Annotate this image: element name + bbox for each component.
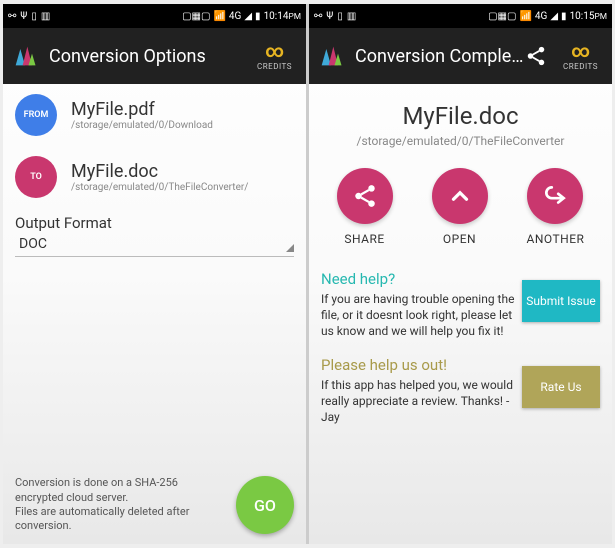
app-header: Conversion Options ∞ CREDITS [3,28,306,84]
rate-body: If this app has helped you, we would rea… [321,377,516,426]
share-icon [352,183,378,209]
share-button[interactable]: SHARE [337,168,393,246]
another-button[interactable]: ANOTHER [527,168,585,246]
signal-icon: 📶 [519,11,531,22]
from-badge: FROM [15,94,57,136]
actions-row: SHARE OPEN ANOTHER [317,168,604,246]
help-heading: Need help? [321,270,516,288]
header-title: Conversion Options [49,46,251,67]
app-header: Conversion Comple... ∞ CREDITS [309,28,612,84]
sim-icon: ▯ [337,11,343,22]
source-path: /storage/emulated/0/Download [71,120,213,131]
dest-path: /storage/emulated/0/TheFileConverter/ [71,182,248,193]
rate-heading: Please help us out! [321,356,516,374]
usb-icon: Ψ [20,11,27,22]
bars-icon: ▥ [347,11,356,22]
dest-file-row[interactable]: TO MyFile.doc /storage/emulated/0/TheFil… [3,146,306,208]
vibrate-icon: ▢▦▢ [488,11,516,22]
voicemail-icon: ⚯ [314,11,322,22]
clock-time: 10:14PM [264,11,301,22]
screen-conversion-options: ⚯ Ψ ▯ ▥ ▢▦▢ 📶 4G ◢ ▮ 10:14PM Conversion … [3,4,306,544]
clock-time: 10:15PM [570,11,607,22]
signal-icon: ◢ [550,11,558,22]
result-filename: MyFile.doc [309,102,612,130]
battery-icon: ▮ [255,11,261,22]
rate-us-button[interactable]: Rate Us [522,366,600,408]
footer: Conversion is done on a SHA-256 encrypte… [3,476,306,534]
share-label: SHARE [344,232,384,246]
bars-icon: ▥ [41,11,50,22]
usb-icon: Ψ [326,11,333,22]
go-button[interactable]: GO [236,476,294,534]
source-file-row[interactable]: FROM MyFile.pdf /storage/emulated/0/Down… [3,84,306,146]
dropdown-triangle-icon [286,244,294,252]
to-badge: TO [15,156,57,198]
another-label: ANOTHER [527,232,585,246]
credits-label: CREDITS [257,62,292,71]
result-path: /storage/emulated/0/TheFileConverter [309,134,612,148]
output-format-select[interactable]: DOC [15,234,294,257]
sim-icon: ▯ [31,11,37,22]
header-title: Conversion Comple... [355,46,525,67]
footer-notice: Conversion is done on a SHA-256 encrypte… [15,476,236,533]
vibrate-icon: ▢▦▢ [182,11,210,22]
battery-icon: ▮ [561,11,567,22]
open-button[interactable]: OPEN [432,168,488,246]
status-bar: ⚯ Ψ ▯ ▥ ▢▦▢ 📶 4G ◢ ▮ 10:14PM [3,4,306,28]
share-icon[interactable] [525,45,547,67]
credits-button[interactable]: ∞ CREDITS [557,37,604,75]
network-icon: 4G [229,11,241,22]
infinity-icon: ∞ [265,41,284,62]
status-bar: ⚯ Ψ ▯ ▥ ▢▦▢ 📶 4G ◢ ▮ 10:15PM [309,4,612,28]
screen-conversion-complete: ⚯ Ψ ▯ ▥ ▢▦▢ 📶 4G ◢ ▮ 10:15PM Conversion … [309,4,612,544]
app-logo-icon [11,42,39,70]
submit-issue-button[interactable]: Submit Issue [522,280,600,322]
output-format-value: DOC [15,236,47,252]
infinity-icon: ∞ [571,41,590,62]
source-filename: MyFile.pdf [71,99,213,120]
credits-button[interactable]: ∞ CREDITS [251,37,298,75]
signal-icon: 📶 [213,11,225,22]
dest-filename: MyFile.doc [71,161,248,182]
network-icon: 4G [535,11,547,22]
output-format-label: Output Format [3,208,306,234]
chevron-up-icon [447,183,473,209]
rate-section: Please help us out! If this app has help… [321,356,600,426]
help-section: Need help? If you are having trouble ope… [321,270,600,340]
help-body: If you are having trouble opening the fi… [321,291,516,340]
undo-icon [542,183,568,209]
app-logo-icon [317,42,345,70]
voicemail-icon: ⚯ [8,11,16,22]
signal-icon: ◢ [244,11,252,22]
credits-label: CREDITS [563,62,598,71]
open-label: OPEN [443,232,476,246]
